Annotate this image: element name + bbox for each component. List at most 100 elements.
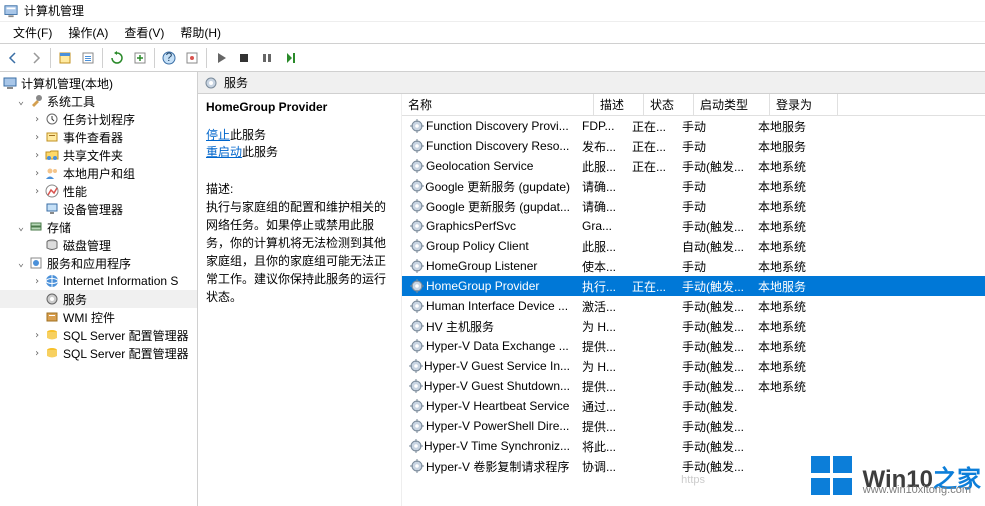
properties-button[interactable]	[54, 47, 76, 69]
cell-startup: 手动(触发.	[676, 398, 752, 415]
expand-icon[interactable]: ›	[30, 186, 44, 197]
export-list-button[interactable]	[129, 47, 151, 69]
separator	[50, 48, 51, 68]
tree-label: 服务	[63, 291, 87, 308]
tree-local-users[interactable]: ›本地用户和组	[0, 164, 197, 182]
expand-icon[interactable]: ›	[30, 348, 44, 359]
iis-icon	[44, 273, 60, 289]
cell-logon: 本地系统	[752, 358, 820, 375]
collapse-icon[interactable]: ⌄	[14, 96, 28, 107]
gear-icon	[44, 291, 60, 307]
expand-icon[interactable]: ›	[30, 114, 44, 125]
tree-system-tools[interactable]: ⌄ 系统工具	[0, 92, 197, 110]
tree-performance[interactable]: › 性能	[0, 182, 197, 200]
service-row[interactable]: Function Discovery Reso...发布...正在...手动本地…	[402, 136, 985, 156]
col-startup[interactable]: 启动类型	[694, 94, 770, 115]
expand-icon[interactable]: ›	[30, 168, 44, 179]
col-desc[interactable]: 描述	[594, 94, 644, 115]
cell-startup: 手动(触发...	[676, 318, 752, 335]
expand-icon[interactable]: ›	[30, 132, 44, 143]
service-row[interactable]: Google 更新服务 (gupdat...请确...手动本地系统	[402, 196, 985, 216]
cell-name: Geolocation Service	[402, 159, 576, 173]
service-row[interactable]: Human Interface Device ...激活...手动(触发...本…	[402, 296, 985, 316]
pause-button[interactable]	[256, 47, 278, 69]
gear-icon	[408, 339, 426, 353]
cell-name: Google 更新服务 (gupdate)	[402, 178, 576, 195]
toolbar: ?	[0, 44, 985, 72]
service-row[interactable]: Hyper-V Time Synchroniz...将此...手动(触发...	[402, 436, 985, 456]
tree-services-apps[interactable]: ⌄服务和应用程序	[0, 254, 197, 272]
refresh-button[interactable]	[106, 47, 128, 69]
separator	[154, 48, 155, 68]
tree-services[interactable]: 服务	[0, 290, 197, 308]
cell-logon: 本地系统	[752, 218, 820, 235]
cell-logon: 本地服务	[752, 138, 820, 155]
tree-iis[interactable]: ›Internet Information S	[0, 272, 197, 290]
col-status[interactable]: 状态	[644, 94, 694, 115]
restart-link[interactable]: 重启动	[206, 145, 242, 159]
menu-help[interactable]: 帮助(H)	[172, 22, 229, 43]
tree-root[interactable]: 计算机管理(本地)	[0, 74, 197, 92]
collapse-icon[interactable]: ⌄	[14, 222, 28, 233]
action-button[interactable]	[181, 47, 203, 69]
service-row[interactable]: Hyper-V Data Exchange ...提供...手动(触发...本地…	[402, 336, 985, 356]
service-row[interactable]: Hyper-V Guest Shutdown...提供...手动(触发...本地…	[402, 376, 985, 396]
menu-file[interactable]: 文件(F)	[5, 22, 60, 43]
play-button[interactable]	[210, 47, 232, 69]
tree-task-scheduler[interactable]: ›任务计划程序	[0, 110, 197, 128]
cell-desc: 提供...	[576, 378, 626, 395]
tree-wmi[interactable]: WMI 控件	[0, 308, 197, 326]
service-list[interactable]: 名称 描述 状态 启动类型 登录为 Function Discovery Pro…	[402, 94, 985, 506]
stop-link[interactable]: 停止	[206, 128, 230, 142]
cell-logon: 本地系统	[752, 258, 820, 275]
gear-icon	[408, 459, 426, 473]
tree-device-manager[interactable]: 设备管理器	[0, 200, 197, 218]
expand-icon[interactable]: ›	[30, 150, 44, 161]
help-button[interactable]: ?	[158, 47, 180, 69]
restart-button[interactable]	[279, 47, 301, 69]
gear-icon	[408, 359, 424, 373]
service-row[interactable]: Hyper-V PowerShell Dire...提供...手动(触发...	[402, 416, 985, 436]
tree-event-viewer[interactable]: ›事件查看器	[0, 128, 197, 146]
expand-icon[interactable]: ›	[30, 276, 44, 287]
tree-storage[interactable]: ⌄存储	[0, 218, 197, 236]
cell-name: Function Discovery Provi...	[402, 119, 576, 133]
forward-button[interactable]	[25, 47, 47, 69]
back-button[interactable]	[2, 47, 24, 69]
cell-name: Hyper-V Heartbeat Service	[402, 399, 576, 413]
collapse-icon[interactable]: ⌄	[14, 258, 28, 269]
tree-label: 性能	[63, 183, 87, 200]
service-row[interactable]: Hyper-V Guest Service In...为 H...手动(触发..…	[402, 356, 985, 376]
col-name[interactable]: 名称	[402, 94, 594, 115]
service-row[interactable]: HomeGroup Provider执行...正在...手动(触发...本地服务	[402, 276, 985, 296]
stop-button[interactable]	[233, 47, 255, 69]
col-logon[interactable]: 登录为	[770, 94, 838, 115]
cell-logon: 本地系统	[752, 338, 820, 355]
cell-name: Hyper-V Guest Shutdown...	[402, 379, 576, 393]
tree-sql-config-2[interactable]: › SQL Server 配置管理器	[0, 344, 197, 362]
service-row[interactable]: GraphicsPerfSvcGra...手动(触发...本地系统	[402, 216, 985, 236]
tree-shared-folders[interactable]: ›共享文件夹	[0, 146, 197, 164]
expand-icon[interactable]: ›	[30, 330, 44, 341]
service-row[interactable]: Group Policy Client此服...自动(触发...本地系统	[402, 236, 985, 256]
export-button[interactable]	[77, 47, 99, 69]
tree-sql-config-1[interactable]: ›SQL Server 配置管理器	[0, 326, 197, 344]
tree-label: 磁盘管理	[63, 237, 111, 254]
storage-icon	[28, 219, 44, 235]
service-row[interactable]: Hyper-V Heartbeat Service通过...手动(触发.	[402, 396, 985, 416]
menu-view[interactable]: 查看(V)	[116, 22, 172, 43]
tree-label: SQL Server 配置管理器	[63, 345, 189, 362]
tree-disk-mgmt[interactable]: 磁盘管理	[0, 236, 197, 254]
nav-tree[interactable]: 计算机管理(本地) ⌄ 系统工具 ›任务计划程序 ›事件查看器 ›共享文件夹 ›…	[0, 72, 198, 506]
gear-icon	[408, 179, 425, 193]
service-row[interactable]: Function Discovery Provi...FDP...正在...手动…	[402, 116, 985, 136]
svg-text:?: ?	[166, 51, 173, 64]
service-row[interactable]: HomeGroup Listener使本...手动本地系统	[402, 256, 985, 276]
service-row[interactable]: HV 主机服务为 H...手动(触发...本地系统	[402, 316, 985, 336]
shared-folder-icon	[44, 147, 60, 163]
service-row[interactable]: Geolocation Service此服...正在...手动(触发...本地系…	[402, 156, 985, 176]
disk-icon	[44, 237, 60, 253]
service-row[interactable]: Google 更新服务 (gupdate)请确...手动本地系统	[402, 176, 985, 196]
cell-name: Hyper-V 卷影复制请求程序	[402, 458, 576, 475]
menu-action[interactable]: 操作(A)	[60, 22, 116, 43]
